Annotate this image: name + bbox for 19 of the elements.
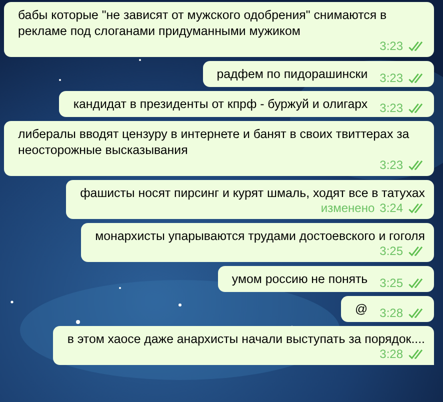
message-time: 3:23 [380, 38, 403, 54]
message-time: 3:23 [380, 100, 403, 116]
message-text: бабы которые "не зависят от мужского одобрения" снимаются в рекламе под слоганами придуманными мужиком [18, 7, 388, 39]
message-time: 3:24 [380, 200, 403, 216]
message-text: либералы вводят цензуру в интернете и банят в своих твиттерах за неосторожные высказывания [18, 126, 410, 158]
message-text: радфем по пидорашински [216, 67, 368, 81]
message-time: 3:28 [380, 305, 403, 321]
message-time: 3:23 [380, 157, 403, 173]
edited-label: изменено [320, 200, 375, 216]
message-time: 3:25 [380, 243, 403, 259]
message-text: @ [355, 302, 368, 316]
message-text: фашисты носят пирсинг и курят шмаль, ходят все в татухах [80, 185, 425, 201]
message-text: умом россию не понять [232, 272, 368, 286]
message-time: 3:23 [380, 70, 403, 86]
message-time: 3:28 [380, 346, 403, 362]
message-text: монархисты упарываются трудами достоевского и гоголя [95, 228, 425, 244]
message-text: в этом хаосе даже анархисты начали выступать за порядок.... [67, 331, 425, 347]
message-time: 3:25 [380, 275, 403, 291]
message-text: кандидат в президенты от кпрф - буржуй и олигарх [73, 97, 368, 111]
